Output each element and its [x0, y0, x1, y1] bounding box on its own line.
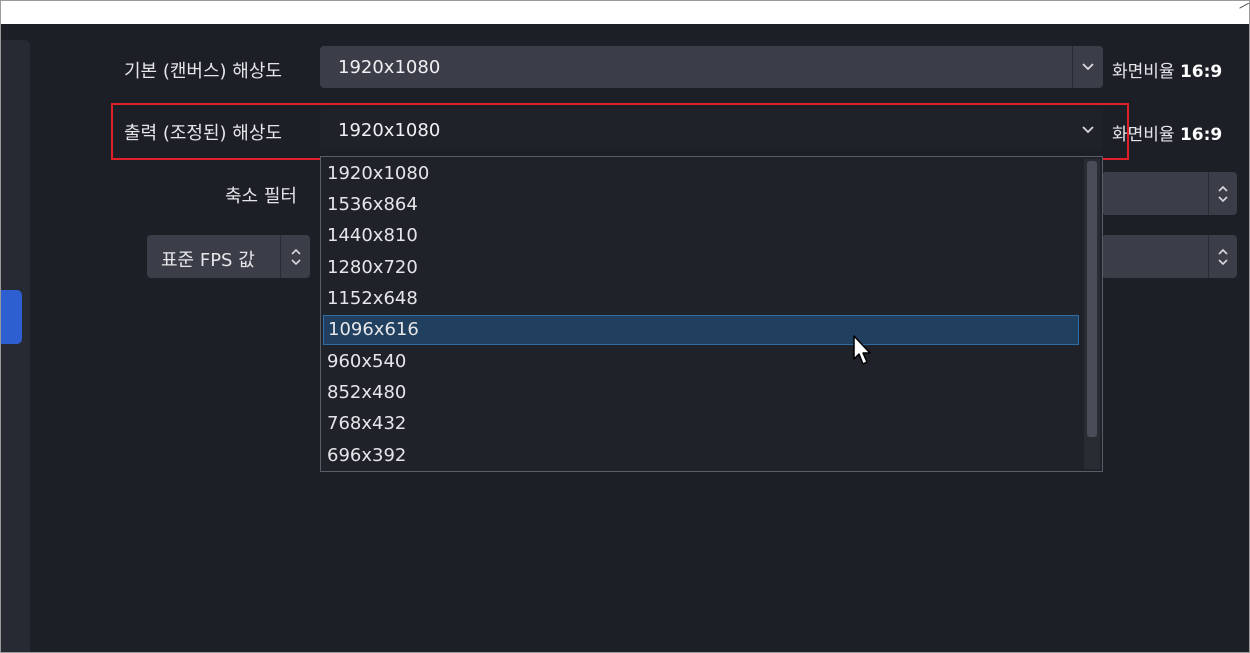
- base-resolution-combo[interactable]: 1920x1080: [320, 46, 1103, 88]
- dropdown-option-hovered[interactable]: 1096x616: [323, 315, 1079, 345]
- fps-type-value: 표준 FPS 값: [161, 250, 255, 271]
- dropdown-option[interactable]: 768x432: [323, 409, 1079, 439]
- chevron-down-icon[interactable]: [1072, 46, 1103, 88]
- dropdown-option[interactable]: 1920x1080: [323, 159, 1079, 189]
- mouse-pointer-icon: [853, 335, 873, 371]
- base-aspect-label: 화면비율: [1112, 62, 1175, 82]
- dropdown-option[interactable]: 1536x864: [323, 190, 1079, 220]
- up-down-chevron-icon[interactable]: [1208, 235, 1237, 278]
- window-corner-icon: ⁄: [1239, 0, 1249, 13]
- resolution-dropdown-list[interactable]: 1920x1080 1536x864 1440x810 1280x720 115…: [320, 156, 1103, 472]
- dropdown-scrollbar[interactable]: [1084, 159, 1100, 469]
- output-aspect-value: 16:9: [1179, 125, 1223, 145]
- dropdown-option[interactable]: 696x392: [323, 441, 1079, 471]
- highlight-annotation: [111, 103, 1129, 160]
- base-resolution-label: 기본 (캔버스) 해상도: [124, 61, 282, 82]
- dropdown-option[interactable]: 1440x810: [323, 221, 1079, 251]
- downscale-filter-select[interactable]: [1102, 172, 1237, 215]
- downscale-filter-label: 축소 필터: [225, 186, 297, 207]
- dropdown-option[interactable]: 852x480: [323, 378, 1079, 408]
- up-down-chevron-icon[interactable]: [280, 235, 310, 278]
- dropdown-option[interactable]: 1152x648: [323, 284, 1079, 314]
- sidebar: [1, 40, 30, 652]
- up-down-chevron-icon[interactable]: [1208, 172, 1237, 215]
- dropdown-option[interactable]: 960x540: [323, 347, 1079, 377]
- dropdown-option[interactable]: 1280x720: [323, 253, 1079, 283]
- sidebar-item-active[interactable]: [1, 290, 22, 344]
- base-aspect-ratio: 화면비율 16:9: [1112, 57, 1222, 82]
- scrollbar-thumb[interactable]: [1087, 161, 1097, 437]
- fps-type-select[interactable]: 표준 FPS 값: [147, 235, 310, 278]
- fps-value-select[interactable]: [1102, 235, 1237, 278]
- base-aspect-value: 16:9: [1179, 62, 1223, 82]
- base-resolution-value: 1920x1080: [338, 57, 441, 78]
